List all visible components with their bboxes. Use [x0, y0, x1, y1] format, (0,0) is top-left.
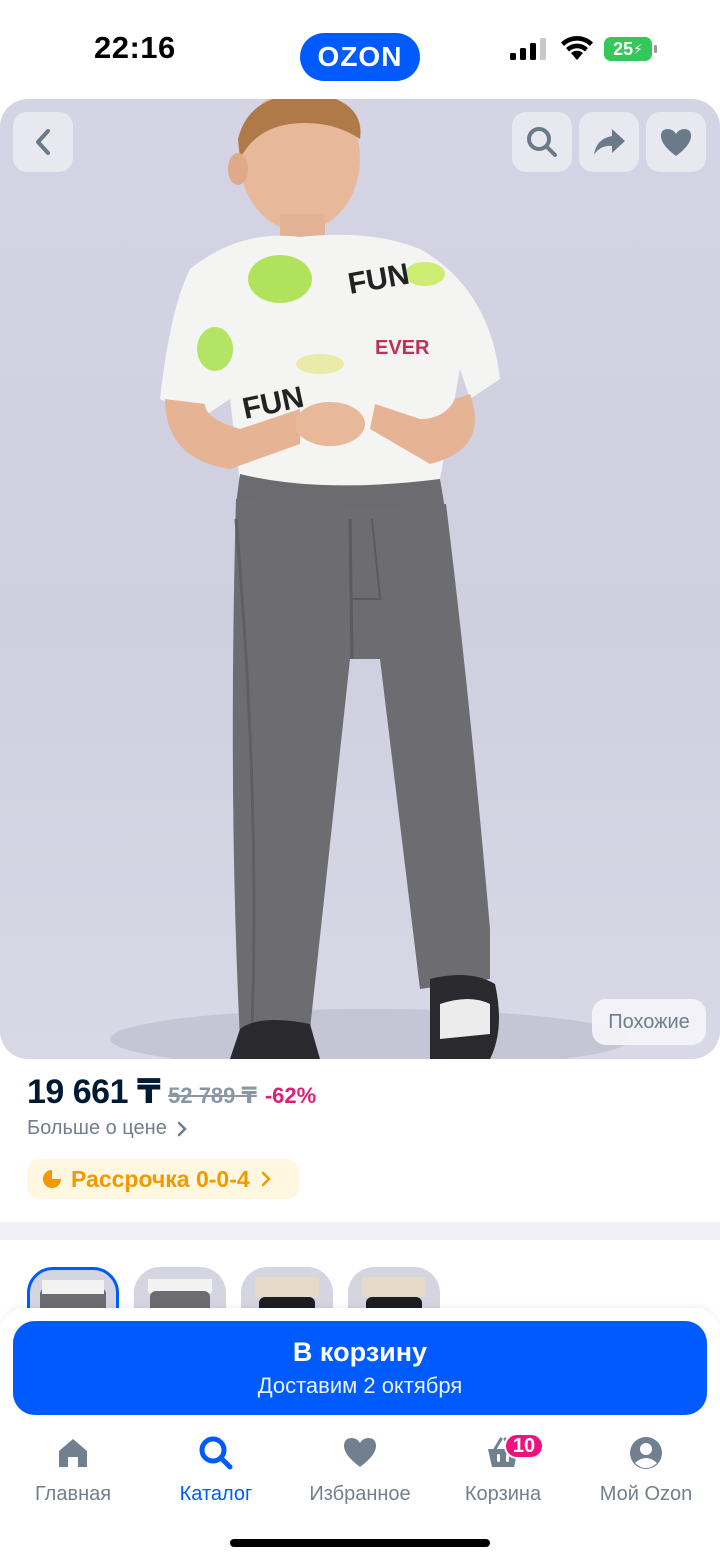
add-to-cart-button[interactable]: В корзину Доставим 2 октября: [13, 1321, 707, 1415]
home-indicator: [230, 1539, 490, 1547]
chevron-left-icon: [36, 129, 50, 155]
tab-profile-label: Мой Ozon: [599, 1483, 693, 1505]
battery-tip: [654, 45, 657, 53]
tab-favorites-label: Избранное: [309, 1483, 411, 1505]
status-time: 22:16: [94, 30, 176, 65]
search-icon: [199, 1436, 233, 1470]
tab-profile[interactable]: Мой Ozon: [574, 1433, 718, 1508]
section-divider: [0, 1222, 720, 1240]
similar-button[interactable]: Похожие: [592, 999, 706, 1045]
tab-home-label: Главная: [34, 1483, 112, 1505]
chevron-right-icon: [177, 1121, 187, 1136]
cellular-signal-icon: [510, 38, 546, 60]
share-icon: [594, 129, 625, 155]
more-about-price-link[interactable]: Больше о цене: [27, 1117, 187, 1140]
tab-catalog-label: Каталог: [179, 1483, 253, 1505]
ozon-logo[interactable]: OZON: [300, 33, 420, 81]
status-bar: 22:16 OZON 25 ⚡: [0, 0, 720, 100]
discount-badge: -62%: [264, 1083, 317, 1108]
favorite-button[interactable]: [646, 112, 706, 172]
tab-favorites[interactable]: Избранное: [288, 1433, 432, 1508]
product-image: FUN FUN EVER: [110, 99, 630, 1059]
battery-level: 25 ⚡: [604, 37, 652, 61]
search-button[interactable]: [512, 112, 572, 172]
svg-text:EVER: EVER: [375, 337, 430, 359]
installment-label: Рассрочка 0-0-4: [71, 1165, 250, 1192]
share-button[interactable]: [579, 112, 639, 172]
more-about-price-label: Больше о цене: [27, 1117, 167, 1139]
search-icon: [527, 127, 557, 157]
profile-icon: [630, 1437, 662, 1469]
current-price: 19 661 ₸: [27, 1073, 161, 1111]
cart-count-badge: 10: [504, 1433, 544, 1459]
heart-icon: [344, 1438, 376, 1467]
delivery-date-label: Доставим 2 октября: [257, 1373, 463, 1398]
pie-chart-icon: [43, 1170, 61, 1188]
battery-indicator: 25 ⚡: [604, 37, 658, 61]
battery-percent: 25: [613, 38, 634, 59]
installment-button[interactable]: Рассрочка 0-0-4: [27, 1159, 299, 1199]
home-icon: [59, 1439, 87, 1467]
add-to-cart-label: В корзину: [292, 1337, 428, 1367]
wifi-icon: [561, 36, 593, 60]
charging-icon: ⚡: [633, 40, 643, 57]
bottom-tab-bar: Главная Каталог Избранное Корзина 10 Мой…: [0, 1423, 720, 1561]
product-photo[interactable]: FUN FUN EVER Похожие: [0, 99, 720, 1059]
tab-home[interactable]: Главная: [1, 1433, 145, 1508]
tab-cart-label: Корзина: [464, 1483, 542, 1505]
tab-catalog[interactable]: Каталог: [144, 1433, 288, 1508]
tab-cart[interactable]: Корзина 10: [431, 1433, 575, 1508]
price-row: 19 661 ₸ 52 789 ₸ -62%: [27, 1072, 316, 1112]
back-button[interactable]: [13, 112, 73, 172]
chevron-right-icon: [261, 1171, 271, 1187]
old-price: 52 789 ₸: [168, 1083, 257, 1108]
heart-icon: [661, 129, 691, 156]
